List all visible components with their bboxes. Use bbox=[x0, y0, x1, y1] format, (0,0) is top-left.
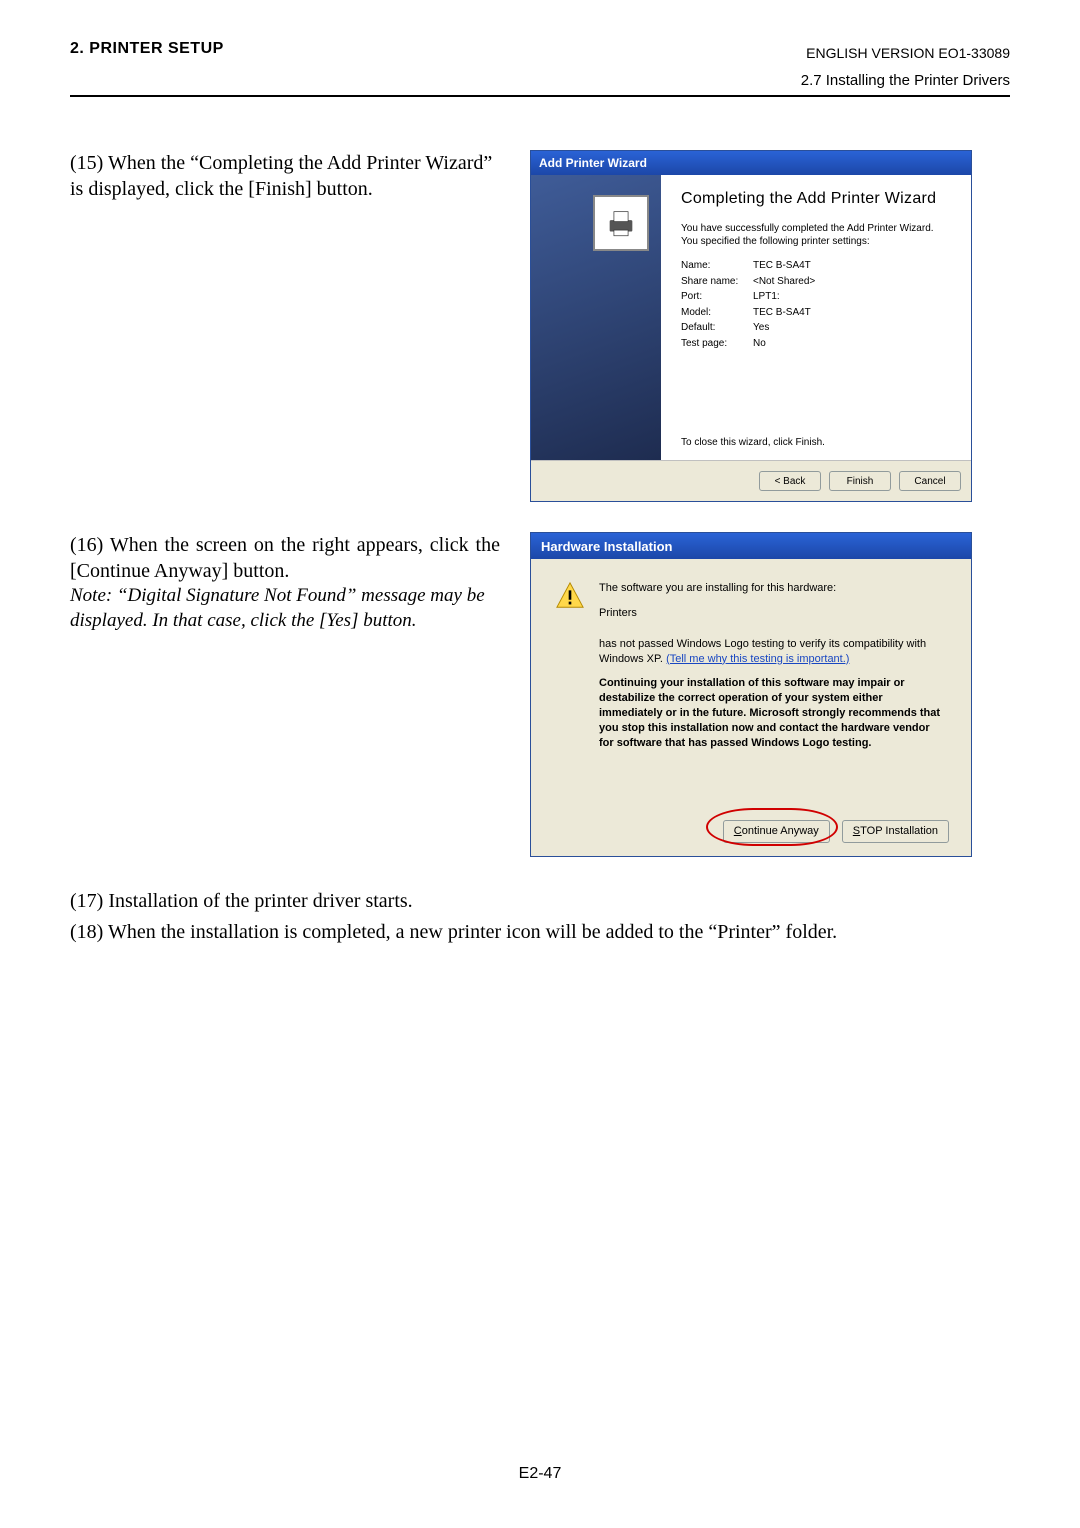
continue-anyway-button[interactable]: Continue Anyway bbox=[723, 820, 830, 843]
header-divider bbox=[70, 95, 1010, 97]
back-button[interactable]: < Back bbox=[759, 471, 821, 491]
doc-version: ENGLISH VERSION EO1-33089 bbox=[801, 40, 1010, 67]
hwdlg-logo-text: has not passed Windows Logo testing to v… bbox=[599, 637, 945, 667]
hwdlg-printers: Printers bbox=[599, 606, 945, 621]
hwdlg-line1: The software you are installing for this… bbox=[599, 581, 945, 596]
step-16-text: (16) When the screen on the right appear… bbox=[70, 532, 500, 584]
add-printer-wizard-dialog: Add Printer Wizard Completing the Add Pr… bbox=[530, 150, 972, 502]
step-18-text: (18) When the installation is completed,… bbox=[70, 918, 1010, 947]
wizard-heading: Completing the Add Printer Wizard bbox=[681, 190, 956, 208]
step-17-text: (17) Installation of the printer driver … bbox=[70, 887, 1010, 916]
wizard-titlebar: Add Printer Wizard bbox=[531, 151, 971, 175]
wizard-closing-text: To close this wizard, click Finish. bbox=[681, 437, 956, 452]
chapter-title: 2. PRINTER SETUP bbox=[70, 40, 224, 58]
prop-share: Share name:<Not Shared> bbox=[681, 274, 956, 290]
prop-name: Name:TEC B-SA4T bbox=[681, 258, 956, 274]
wizard-lead-2: You specified the following printer sett… bbox=[681, 235, 956, 248]
hwdlg-titlebar: Hardware Installation bbox=[531, 533, 971, 559]
hwdlg-bold-text: Continuing your installation of this sof… bbox=[599, 676, 945, 750]
printer-icon bbox=[593, 195, 649, 251]
stop-installation-button[interactable]: STOP Installation bbox=[842, 820, 949, 843]
prop-model: Model:TEC B-SA4T bbox=[681, 305, 956, 321]
section-title: 2.7 Installing the Printer Drivers bbox=[801, 67, 1010, 96]
page-number: E2-47 bbox=[0, 1465, 1080, 1483]
step-16-note: Note: “Digital Signature Not Found” mess… bbox=[70, 584, 500, 633]
prop-testpage: Test page:No bbox=[681, 336, 956, 352]
prop-default: Default:Yes bbox=[681, 320, 956, 336]
finish-button[interactable]: Finish bbox=[829, 471, 891, 491]
cancel-button[interactable]: Cancel bbox=[899, 471, 961, 491]
hardware-installation-dialog: Hardware Installation The software you a… bbox=[530, 532, 972, 857]
step-15-text: (15) When the “Completing the Add Printe… bbox=[70, 150, 500, 202]
wizard-lead-1: You have successfully completed the Add … bbox=[681, 222, 956, 235]
warning-icon bbox=[555, 581, 587, 798]
wizard-side-graphic bbox=[531, 175, 661, 460]
wizard-properties: Name:TEC B-SA4T Share name:<Not Shared> … bbox=[681, 258, 956, 351]
prop-port: Port:LPT1: bbox=[681, 289, 956, 305]
tell-me-why-link[interactable]: (Tell me why this testing is important.) bbox=[666, 653, 849, 665]
